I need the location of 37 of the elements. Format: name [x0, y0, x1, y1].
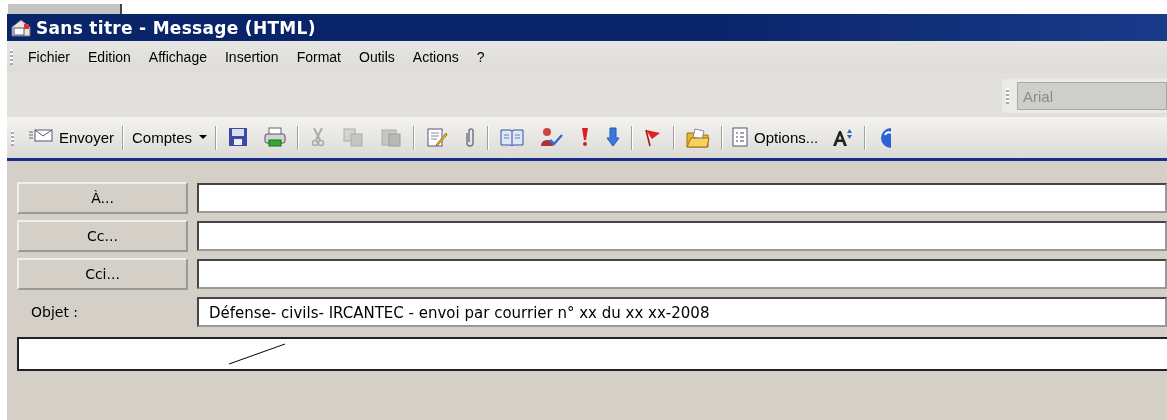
menu-item[interactable]: ?	[467, 49, 494, 65]
menu-item[interactable]: Outils	[350, 49, 404, 65]
options-button[interactable]: Options...	[729, 127, 821, 148]
window-title: Sans titre - Message (HTML)	[36, 17, 316, 38]
font-size-icon[interactable]	[831, 127, 854, 148]
send-button[interactable]: Envoyer	[26, 127, 117, 148]
grip-icon	[10, 49, 13, 65]
menu-item[interactable]: Affichage	[139, 49, 216, 65]
accounts-dropdown[interactable]: Comptes	[130, 129, 210, 146]
recipient-button[interactable]: À...	[17, 181, 188, 214]
menu-item[interactable]: Insertion	[215, 49, 288, 65]
message-body-field[interactable]	[17, 337, 1167, 371]
exclamation-icon[interactable]	[580, 127, 591, 148]
menu-item[interactable]: Format	[287, 49, 350, 65]
menu-item[interactable]: Fichier	[19, 49, 79, 65]
grip-icon	[11, 129, 14, 146]
grip-icon	[1006, 88, 1009, 104]
address-field[interactable]	[197, 182, 1167, 213]
recipient-button[interactable]: Cci...	[17, 257, 188, 290]
address-field[interactable]	[197, 220, 1167, 251]
menu-item[interactable]: Actions	[403, 49, 468, 65]
paperclip-icon[interactable]	[464, 127, 477, 148]
address-field[interactable]	[197, 258, 1167, 289]
book-icon[interactable]	[500, 127, 525, 148]
caret-icon	[199, 135, 208, 140]
envelope-icon	[10, 17, 32, 38]
person-check-icon[interactable]	[540, 127, 565, 148]
printer-icon[interactable]	[264, 127, 287, 148]
leader-line	[227, 343, 287, 365]
subject-field[interactable]: Défense- civils- IRCANTEC - envoi par courrier n° xx du xx xx-2008	[197, 296, 1167, 327]
down-arrow-icon[interactable]	[606, 127, 621, 148]
folder-icon[interactable]	[686, 127, 711, 148]
menu-item[interactable]: Edition	[79, 49, 140, 65]
field-label: Objet :	[30, 303, 80, 320]
document-list-icon	[731, 127, 750, 148]
recipient-button[interactable]: Cc...	[17, 219, 188, 252]
notepad-pencil-icon[interactable]	[426, 127, 449, 148]
